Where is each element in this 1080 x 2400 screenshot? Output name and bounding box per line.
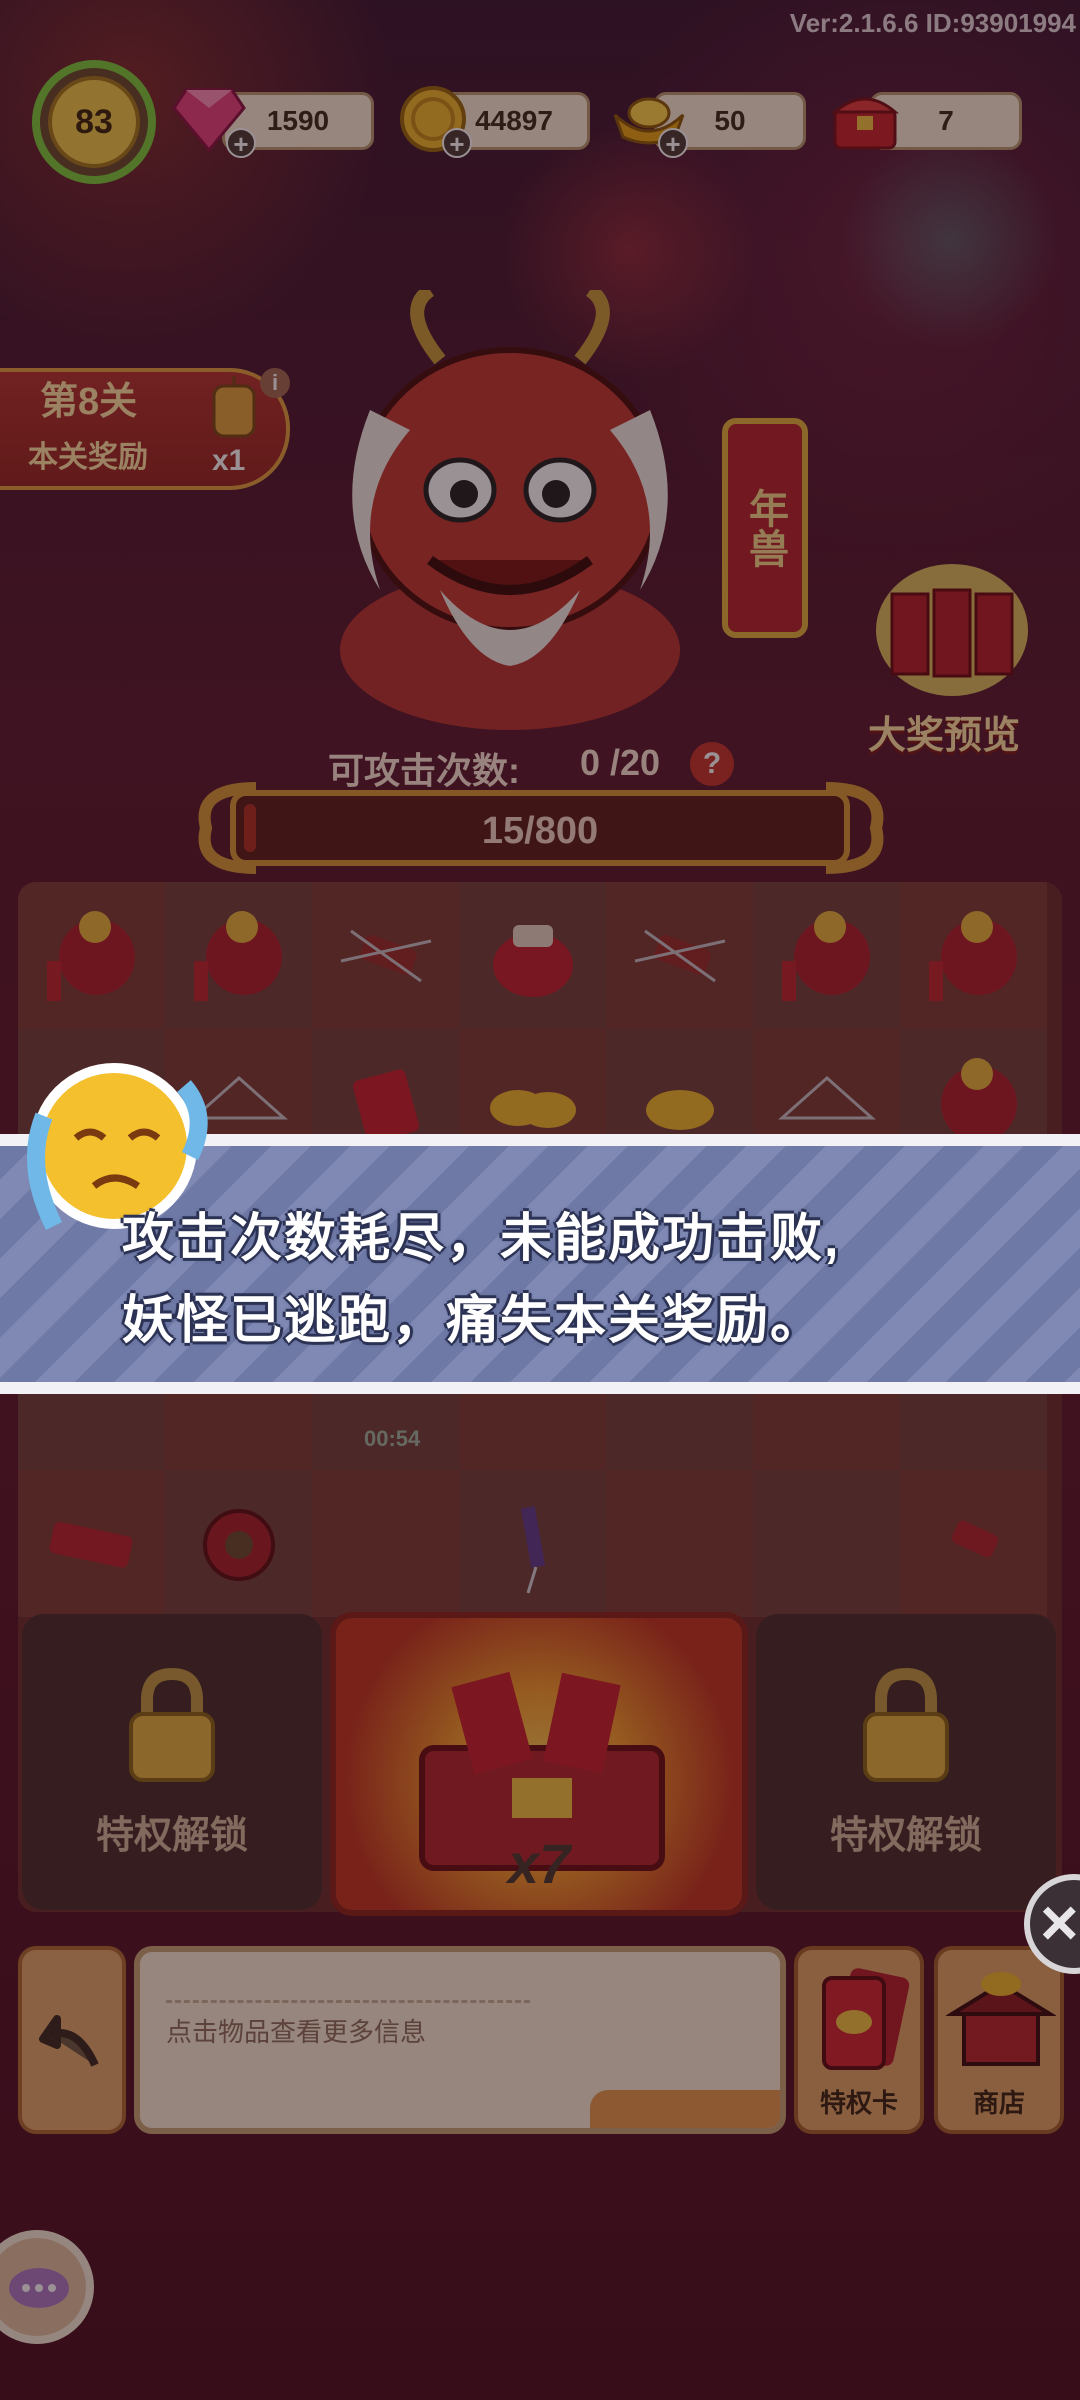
toast-message-line2: 妖怪已逃跑，痛失本关奖励。 (122, 1292, 825, 1350)
toast-message-line1: 攻击次数耗尽，未能成功击败, (122, 1210, 841, 1268)
